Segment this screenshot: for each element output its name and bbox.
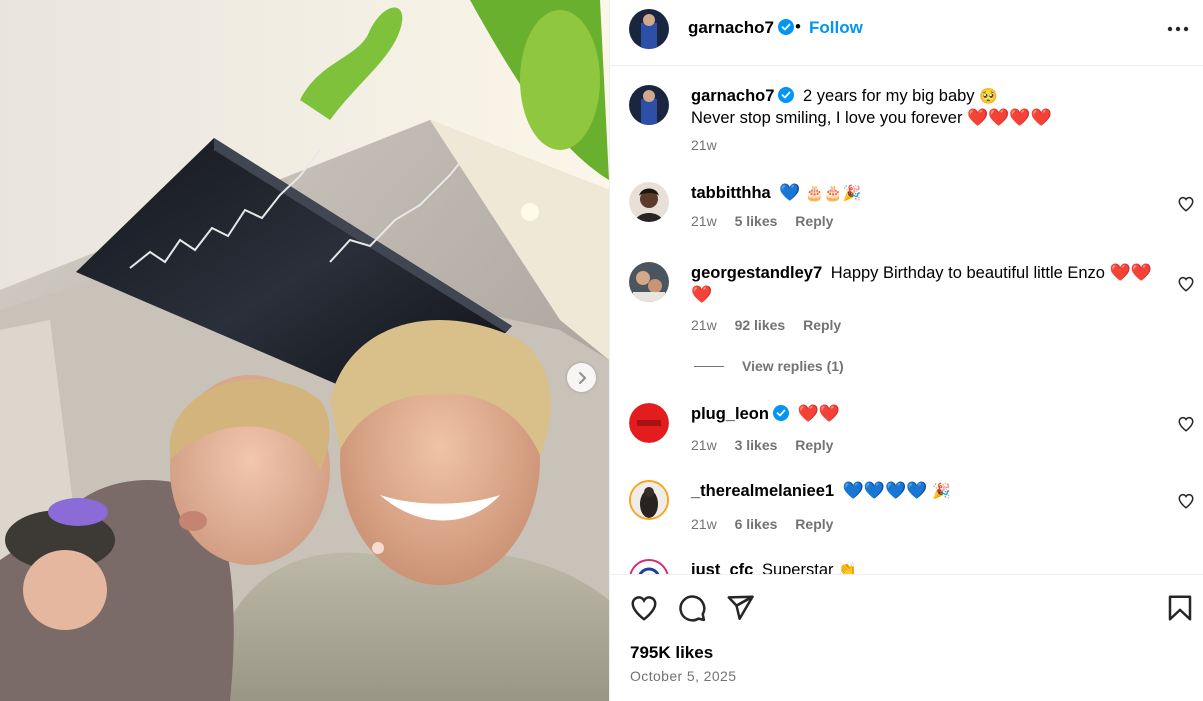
post-author-username[interactable]: garnacho7 [688,18,794,38]
comment-text: plug_leon ❤️❤️ [691,403,1161,425]
caption-line-2: Never stop smiling, I love you forever [691,109,963,127]
likes-count[interactable]: 795K likes [630,643,713,663]
party-popper-emoji: 🎉 [931,482,951,500]
red-heart-emojis: ❤️❤️❤️❤️ [967,108,1052,128]
comment-like-heart-icon[interactable] [1177,195,1195,213]
blue-heart-emoji: 💙 [779,183,801,203]
comment-text: _therealmelaniee1 💙💙💙💙 🎉 [691,480,1161,502]
avatar[interactable] [629,262,669,302]
verified-badge-icon [772,405,789,421]
comment-like-heart-icon[interactable] [1177,275,1195,293]
comment-time[interactable]: 21w [691,213,717,229]
more-options-icon[interactable] [1166,19,1190,39]
comment-time[interactable]: 21w [691,516,717,532]
bookmark-icon[interactable] [1165,593,1195,623]
comment-likes[interactable]: 92 likes [735,317,786,333]
comment-text: tabbitthha 💙 🎂🎂🎉 [691,182,1161,204]
comment-username[interactable]: _therealmelaniee1 [691,482,834,500]
avatar-with-story-ring[interactable] [629,480,669,520]
post-date[interactable]: October 5, 2025 [630,668,736,684]
red-heart-emojis: ❤️❤️ [797,404,840,424]
avatar-with-story-ring[interactable] [629,559,669,574]
comment-meta: 21w 6 likes Reply [691,516,847,532]
avatar[interactable] [629,403,669,443]
reply-button[interactable]: Reply [795,516,833,532]
post-header: garnacho7 • Follow [610,0,1203,66]
comment-body: Superstar [761,561,834,574]
comment-meta: 21w 3 likes Reply [691,437,847,453]
reply-button[interactable]: Reply [803,317,841,333]
post-details-panel: garnacho7 • Follow garnacho7 2 years for… [609,0,1203,701]
comment-likes[interactable]: 5 likes [735,213,778,229]
verified-badge-icon [777,19,794,35]
next-photo-button[interactable] [567,363,596,392]
heart-icon[interactable] [629,593,659,623]
post-photo[interactable] [0,0,609,701]
comment-meta: 21w 92 likes Reply [691,317,855,333]
comment-meta: 21w 5 likes Reply [691,213,847,229]
replies-divider-line [694,366,724,367]
comment-time[interactable]: 21w [691,317,717,333]
caption-username[interactable]: garnacho7 [691,87,795,105]
comment-username[interactable]: just_cfc [691,561,753,574]
comment-text: georgestandley7 Happy Birthday to beauti… [691,262,1161,306]
clapping-hands-emoji: 👏 [838,561,857,574]
caption-text: garnacho7 2 years for my big baby 🥺 Neve… [691,85,1161,129]
caption-line-1: 2 years for my big baby [803,87,975,105]
avatar[interactable] [629,182,669,222]
comment-icon[interactable] [677,593,707,623]
avatar[interactable] [629,85,669,125]
chevron-right-icon [578,371,586,384]
comment-like-heart-icon[interactable] [1177,492,1195,510]
caption-time[interactable]: 21w [691,137,717,153]
comment-time[interactable]: 21w [691,437,717,453]
reply-button[interactable]: Reply [795,213,833,229]
photo-scene [0,0,609,701]
avatar[interactable] [629,9,669,49]
blue-heart-emojis: 💙💙💙💙 [842,481,928,501]
comment-username[interactable]: plug_leon [691,405,789,423]
follow-button[interactable]: Follow [809,18,863,38]
comment-likes[interactable]: 3 likes [735,437,778,453]
view-replies-button[interactable]: View replies (1) [694,358,844,374]
post-actions: 795K likes October 5, 2025 [610,574,1203,701]
comment-body: Happy Birthday to beautiful little Enzo [830,264,1105,282]
paper-plane-icon[interactable] [725,593,755,623]
comment-like-heart-icon[interactable] [1177,415,1195,433]
comment-username[interactable]: tabbitthha [691,184,771,202]
separator-dot: • [795,17,801,36]
comment-likes[interactable]: 6 likes [735,516,778,532]
cake-party-emojis: 🎂🎂🎉 [805,184,862,202]
verified-badge-icon [778,87,795,103]
comment-text: just_cfc Superstar 👏 [691,559,1161,574]
caption-meta: 21w [691,137,731,153]
reply-button[interactable]: Reply [795,437,833,453]
pleading-face-emoji: 🥺 [979,87,998,105]
comment-username[interactable]: georgestandley7 [691,264,822,282]
comments-list[interactable]: garnacho7 2 years for my big baby 🥺 Neve… [610,66,1203,574]
